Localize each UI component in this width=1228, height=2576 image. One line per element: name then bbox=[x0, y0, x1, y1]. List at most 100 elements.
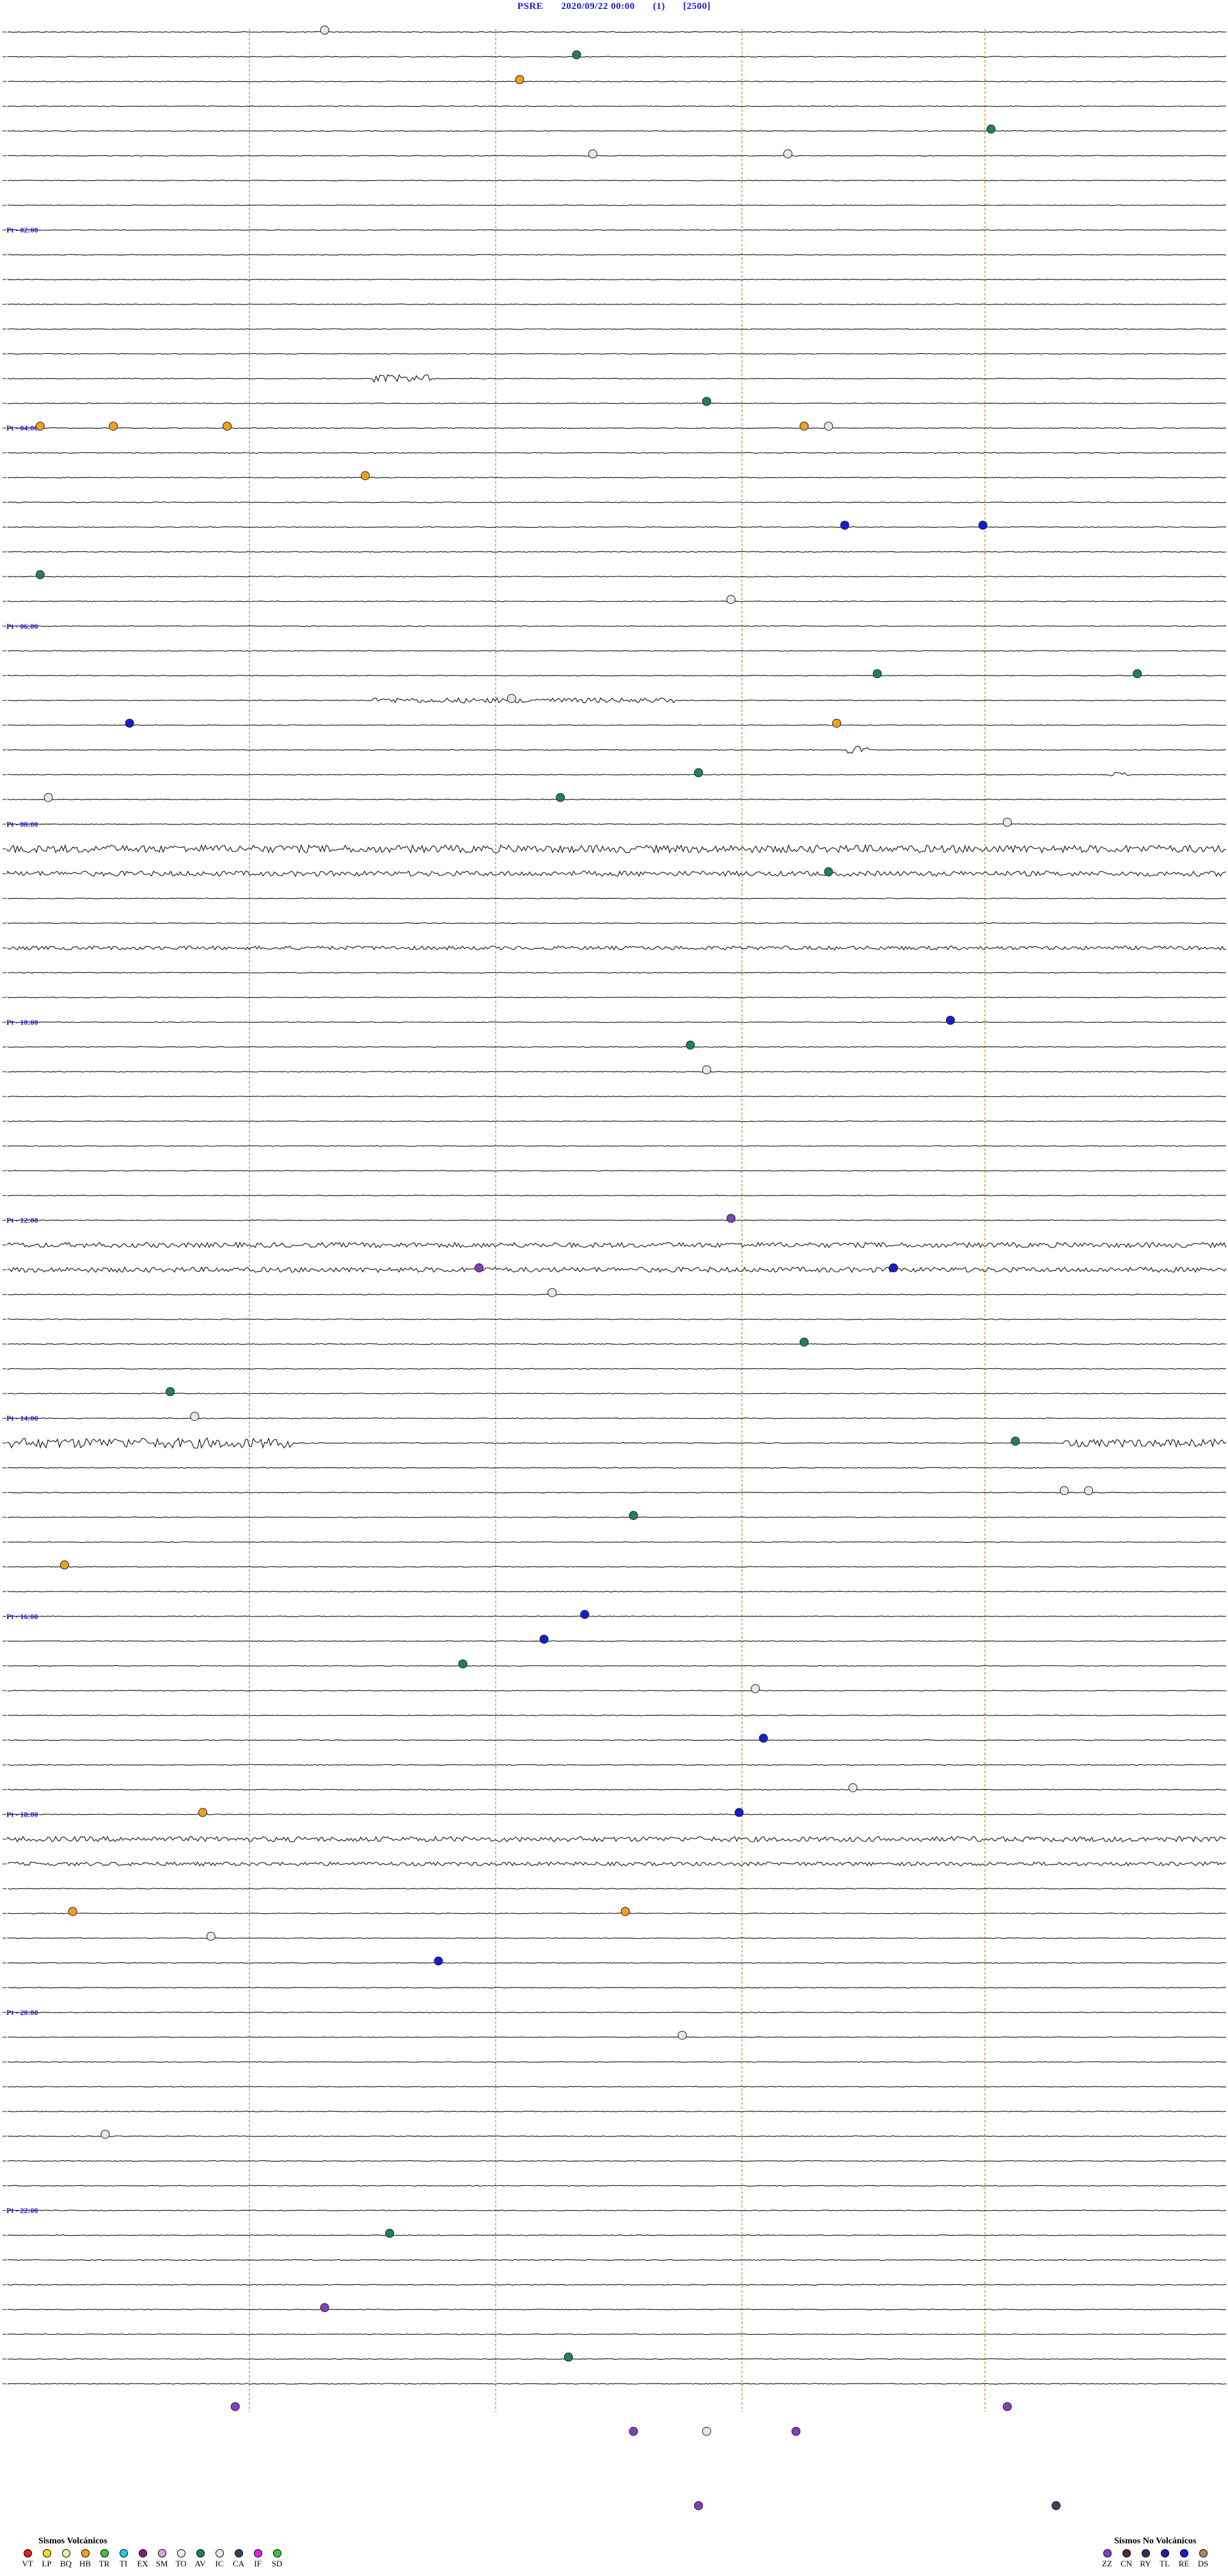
event-marker-zz bbox=[791, 2426, 801, 2436]
event-marker-re bbox=[946, 1016, 955, 1025]
trace-line bbox=[7, 452, 1227, 454]
legend-volcanic-item-av: AV bbox=[192, 2549, 209, 2569]
trace-line bbox=[7, 1764, 1227, 1766]
hour-label: Pt - 10:00 bbox=[6, 1018, 38, 1027]
legend-code: CA bbox=[232, 2559, 245, 2568]
event-marker-ic bbox=[1059, 1486, 1069, 1496]
trace-line bbox=[7, 1343, 1227, 1345]
trace-line bbox=[7, 1739, 1227, 1741]
legend-code: SD bbox=[271, 2559, 283, 2568]
trace-line bbox=[7, 1417, 1227, 1419]
legend-code: HB bbox=[79, 2559, 91, 2568]
trace-line bbox=[7, 1714, 1227, 1716]
hour-label: Pt - 02:00 bbox=[6, 226, 38, 235]
trace-line bbox=[7, 2135, 1227, 2137]
legend-code: LP bbox=[42, 2559, 52, 2568]
legend-dot-icon bbox=[1141, 2549, 1150, 2557]
legend-dot-icon bbox=[42, 2549, 51, 2557]
trace-line bbox=[7, 180, 1227, 182]
event-marker-av bbox=[702, 397, 711, 406]
trace-line bbox=[7, 1219, 1226, 1221]
hour-label: Pt - 12:00 bbox=[6, 1216, 38, 1225]
trace-line bbox=[7, 844, 1227, 854]
legend-volcanic-item-bq: BQ bbox=[58, 2549, 74, 2569]
event-marker-hb bbox=[59, 1560, 69, 1570]
event-marker-av bbox=[572, 50, 581, 59]
event-marker-zz bbox=[694, 2501, 704, 2510]
trace-line bbox=[7, 1835, 1227, 1843]
legend-volcanic-title: Sismos Volcánicos bbox=[38, 2536, 107, 2546]
legend-nonvolcanic-item-tl: TL bbox=[1156, 2549, 1173, 2569]
legend-nonvolcanic-item-ry: RY bbox=[1137, 2549, 1154, 2569]
legend-dot-icon bbox=[157, 2549, 166, 2557]
legend-code: ZZ bbox=[1102, 2559, 1112, 2568]
trace-line bbox=[7, 1861, 1227, 1867]
hour-label: Pt - 20:00 bbox=[6, 2008, 38, 2017]
legend-code: VT bbox=[22, 2559, 33, 2568]
trace-line bbox=[7, 2309, 1227, 2311]
legend-nonvolcanic-items: ZZ CN RY TL RE DS bbox=[1099, 2549, 1211, 2569]
legend-volcanic-item-sd: SD bbox=[269, 2549, 285, 2569]
event-marker-ic bbox=[1084, 1486, 1093, 1496]
event-marker-re bbox=[539, 1634, 549, 1644]
event-marker-re bbox=[978, 521, 988, 530]
legend-code: TO bbox=[175, 2559, 187, 2568]
event-marker-re bbox=[889, 1263, 898, 1272]
trace-line bbox=[7, 155, 1227, 157]
legend-nonvolcanic-item-zz: ZZ bbox=[1099, 2549, 1115, 2569]
event-marker-ic bbox=[824, 422, 833, 431]
legend-code: TR bbox=[98, 2559, 110, 2568]
trace-line bbox=[7, 56, 1227, 58]
trace-line bbox=[7, 477, 1227, 478]
event-marker-hb bbox=[832, 718, 842, 728]
legend-code: EX bbox=[137, 2559, 148, 2568]
trace-line bbox=[7, 1266, 1227, 1274]
legend-dot-icon bbox=[81, 2549, 90, 2557]
event-marker-hb bbox=[620, 1907, 630, 1916]
legend-dot-icon bbox=[138, 2549, 147, 2557]
trace-line bbox=[7, 551, 1227, 553]
trace-line bbox=[7, 2185, 1227, 2187]
legend-code: IF bbox=[254, 2559, 262, 2568]
event-marker-av bbox=[1133, 669, 1142, 679]
trace-line bbox=[7, 1492, 1227, 1494]
legend-code: BQ bbox=[59, 2559, 72, 2568]
trace-line bbox=[7, 1789, 1227, 1790]
trace-line bbox=[7, 1813, 1226, 1815]
event-marker-re bbox=[759, 1734, 768, 1743]
legend-dot-icon bbox=[1199, 2549, 1208, 2557]
legend-dot-icon bbox=[177, 2549, 185, 2557]
event-marker-ic bbox=[751, 1684, 760, 1693]
legend-volcanic-item-hb: HB bbox=[77, 2549, 93, 2569]
legend-code: RY bbox=[1140, 2559, 1151, 2568]
legend-code: RE bbox=[1178, 2559, 1190, 2568]
event-marker-ic bbox=[507, 693, 516, 703]
event-marker-av bbox=[556, 793, 565, 802]
trace-line bbox=[7, 1368, 1227, 1370]
legend-dot-icon bbox=[196, 2549, 205, 2557]
event-marker-ic bbox=[190, 1412, 200, 1421]
legend-dot-icon bbox=[61, 2549, 70, 2557]
legend-volcanic-item-ti: TI bbox=[115, 2549, 132, 2569]
trace-line bbox=[7, 1071, 1227, 1073]
event-marker-hb bbox=[515, 75, 524, 84]
legend-dot-icon bbox=[1160, 2549, 1169, 2557]
legend-dot-icon bbox=[272, 2549, 281, 2557]
trace-line bbox=[7, 972, 1227, 974]
event-marker-av bbox=[629, 1511, 638, 1520]
legend-code: IC bbox=[215, 2559, 224, 2568]
trace-line bbox=[7, 2333, 1227, 2335]
trace-line bbox=[7, 823, 1227, 825]
helicorder-plot: Pt - 02:00 Pt - 04:00 Pt - 06:00 Pt - 08:00… bbox=[3, 26, 1227, 2510]
legend-dot-icon bbox=[119, 2549, 128, 2557]
event-marker-av bbox=[458, 1659, 468, 1669]
event-marker-ic bbox=[726, 595, 736, 604]
trace-line bbox=[7, 600, 1227, 603]
trace-line bbox=[7, 870, 1226, 878]
legend-volcanic-item-sm: SM bbox=[154, 2549, 170, 2569]
legend-volcanic-items: VT LP BQ HB TR TI EX SM TO AV IC CA IF SD bbox=[19, 2549, 285, 2569]
legend-volcanic-item-ic: IC bbox=[211, 2549, 228, 2569]
event-marker-zz bbox=[475, 1263, 484, 1272]
event-marker-ic bbox=[783, 149, 792, 159]
legend-nonvolcanic-item-ds: DS bbox=[1195, 2549, 1211, 2569]
